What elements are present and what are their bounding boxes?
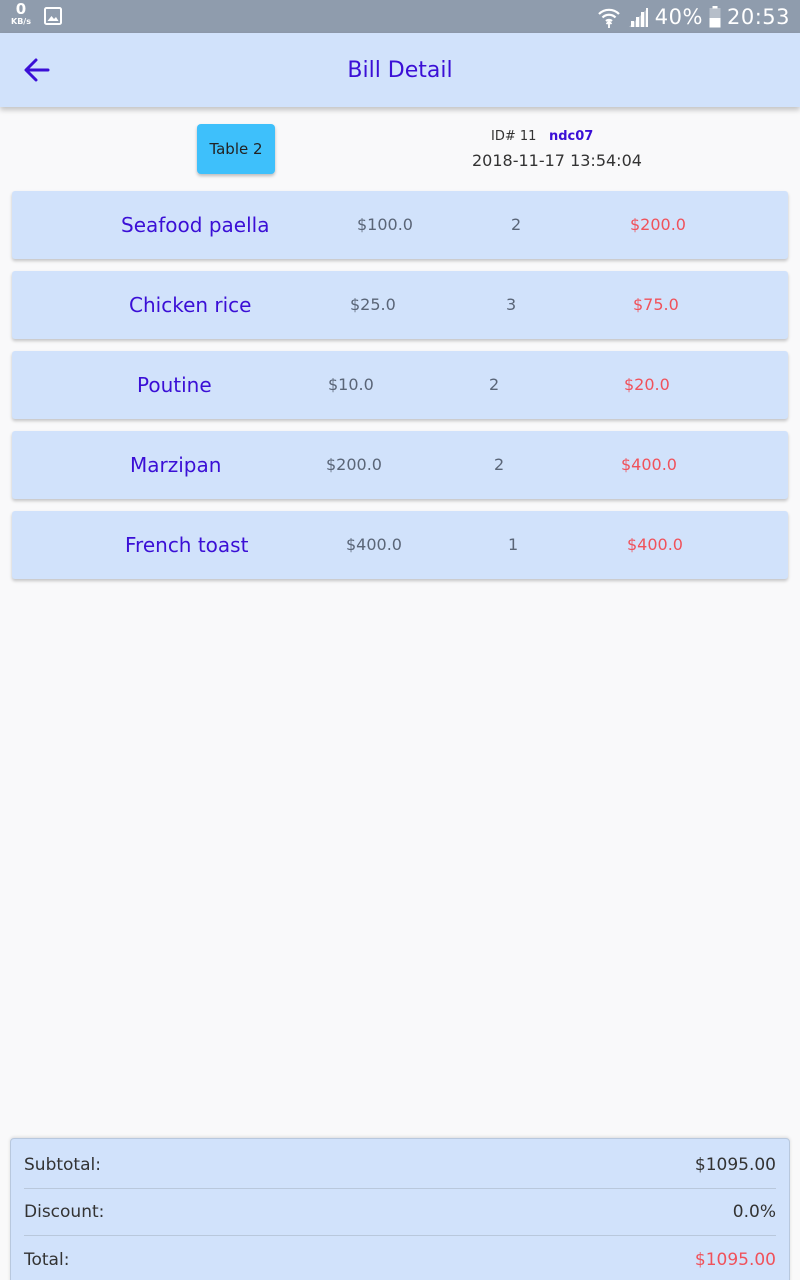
- item-total: $200.0: [630, 215, 686, 234]
- item-total: $400.0: [621, 455, 677, 474]
- subtotal-row: Subtotal: $1095.00: [24, 1142, 776, 1189]
- wifi-icon: [597, 6, 621, 28]
- table-button[interactable]: Table 2: [197, 124, 275, 174]
- bill-timestamp: 2018-11-17 13:54:04: [472, 151, 642, 170]
- item-quantity: 1: [508, 535, 519, 554]
- page-title: Bill Detail: [347, 58, 453, 83]
- item-quantity: 3: [506, 295, 517, 314]
- item-name: Chicken rice: [129, 293, 252, 317]
- subtotal-label: Subtotal:: [24, 1155, 101, 1175]
- network-speed-unit: KB/s: [11, 17, 31, 26]
- image-icon: [44, 7, 62, 29]
- discount-label: Discount:: [24, 1202, 105, 1222]
- item-total: $400.0: [627, 535, 683, 554]
- item-price: $25.0: [350, 295, 396, 314]
- list-item[interactable]: Chicken rice $25.0 3 $75.0: [12, 271, 788, 339]
- item-total: $75.0: [633, 295, 679, 314]
- item-total: $20.0: [624, 375, 670, 394]
- discount-row: Discount: 0.0%: [24, 1189, 776, 1236]
- status-indicators: 40% 20:53: [597, 0, 790, 33]
- list-item[interactable]: Poutine $10.0 2 $20.0: [12, 351, 788, 419]
- item-quantity: 2: [489, 375, 500, 394]
- app-bar: Bill Detail: [0, 33, 800, 107]
- signal-icon: [627, 6, 649, 28]
- status-bar: 0 KB/s 40% 20:53: [0, 0, 800, 33]
- network-speed-value: 0: [15, 0, 27, 18]
- item-quantity: 2: [511, 215, 522, 234]
- item-name: Seafood paella: [121, 213, 270, 237]
- total-value: $1095.00: [694, 1249, 776, 1270]
- item-name: Marzipan: [130, 453, 222, 477]
- bill-summary: Subtotal: $1095.00 Discount: 0.0% Total:…: [10, 1138, 790, 1280]
- list-item[interactable]: Seafood paella $100.0 2 $200.0: [12, 191, 788, 259]
- item-price: $200.0: [326, 455, 382, 474]
- item-quantity: 2: [494, 455, 505, 474]
- item-name: French toast: [125, 533, 249, 557]
- subtotal-value: $1095.00: [694, 1155, 776, 1175]
- item-price: $100.0: [357, 215, 413, 234]
- list-item[interactable]: Marzipan $200.0 2 $400.0: [12, 431, 788, 499]
- total-label: Total:: [24, 1249, 70, 1270]
- battery-percent: 40%: [654, 4, 703, 29]
- total-row: Total: $1095.00: [24, 1236, 776, 1280]
- battery-icon: [709, 5, 721, 28]
- item-name: Poutine: [137, 373, 212, 397]
- item-price: $10.0: [328, 375, 374, 394]
- bill-user: ndc07: [549, 129, 594, 144]
- list-item[interactable]: French toast $400.0 1 $400.0: [12, 511, 788, 579]
- clock: 20:53: [726, 4, 790, 29]
- item-price: $400.0: [346, 535, 402, 554]
- network-speed: 0 KB/s: [9, 2, 33, 26]
- bill-id: ID# 11: [491, 129, 537, 144]
- discount-value: 0.0%: [732, 1202, 776, 1222]
